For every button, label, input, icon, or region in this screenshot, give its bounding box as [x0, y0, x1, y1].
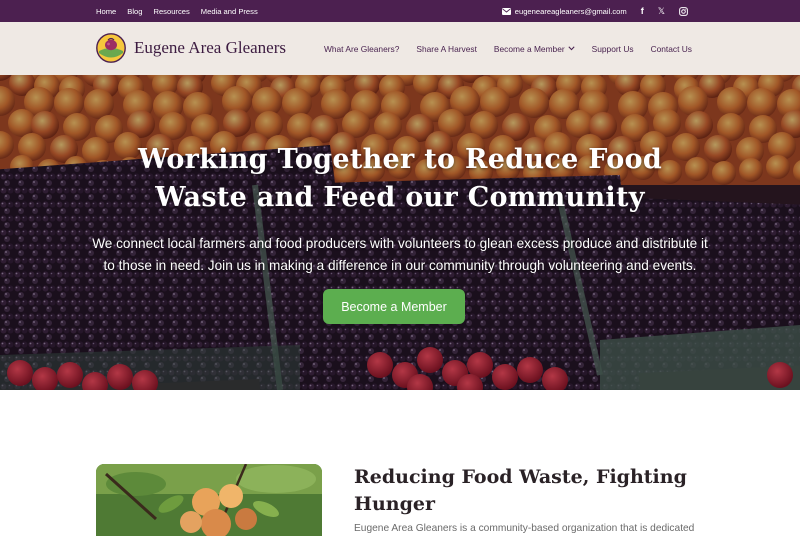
- instagram-icon[interactable]: [679, 6, 688, 16]
- hero-title-line: Waste and Feed our Community: [155, 182, 645, 213]
- hero-subtitle-line: to those in need. Join us in making a di…: [103, 258, 697, 273]
- nav-item-become-a-member[interactable]: Become a Member: [494, 44, 575, 54]
- nav-item-support-us[interactable]: Support Us: [592, 44, 634, 54]
- top-links: Home Blog Resources Media and Press: [96, 0, 258, 22]
- facebook-icon[interactable]: f: [641, 0, 644, 22]
- chevron-down-icon: [568, 46, 575, 51]
- top-link-resources[interactable]: Resources: [153, 7, 189, 16]
- section-text: Eugene Area Gleaners is a community-base…: [354, 523, 695, 534]
- nav-item-what-are-gleaners[interactable]: What Are Gleaners?: [324, 44, 399, 54]
- nav-item-label: Become a Member: [493, 43, 565, 54]
- site-header: Eugene Area Gleaners What Are Gleaners? …: [0, 22, 800, 75]
- nav-item-share-a-harvest[interactable]: Share A Harvest: [416, 44, 477, 54]
- x-icon[interactable]: 𝕏: [658, 0, 665, 22]
- top-right: eugeneareagleaners@gmail.com f 𝕏: [501, 0, 688, 22]
- section-title-line: Hunger: [354, 493, 435, 515]
- hero-subtitle-line: We connect local farmers and food produc…: [92, 236, 708, 251]
- section-title: Reducing Food Waste, Fighting Hunger: [354, 464, 694, 518]
- email-text: eugeneareagleaners@gmail.com: [514, 6, 627, 16]
- intro-section: Reducing Food Waste, Fighting Hunger Eug…: [0, 390, 800, 536]
- top-link-blog[interactable]: Blog: [127, 7, 142, 16]
- top-link-home[interactable]: Home: [96, 7, 116, 16]
- nav-item-contact-us[interactable]: Contact Us: [651, 44, 692, 54]
- fruit-tree-photo: [96, 464, 322, 536]
- hero-subtitle: We connect local farmers and food produc…: [70, 233, 730, 277]
- top-link-media[interactable]: Media and Press: [201, 7, 258, 16]
- section-title-line: Reducing Food Waste, Fighting: [354, 466, 687, 488]
- hero-section: Working Together to Reduce Food Waste an…: [0, 75, 800, 390]
- hero-title-line: Working Together to Reduce Food: [137, 144, 663, 175]
- main-nav: What Are Gleaners? Share A Harvest Becom…: [324, 22, 692, 75]
- email-link[interactable]: eugeneareagleaners@gmail.com: [501, 6, 627, 16]
- envelope-icon: [501, 7, 511, 15]
- logo-icon[interactable]: [96, 33, 126, 63]
- hero-title: Working Together to Reduce Food Waste an…: [0, 141, 800, 217]
- top-bar: Home Blog Resources Media and Press euge…: [0, 0, 800, 22]
- become-member-button[interactable]: Become a Member: [323, 289, 465, 324]
- brand-name[interactable]: Eugene Area Gleaners: [134, 38, 286, 58]
